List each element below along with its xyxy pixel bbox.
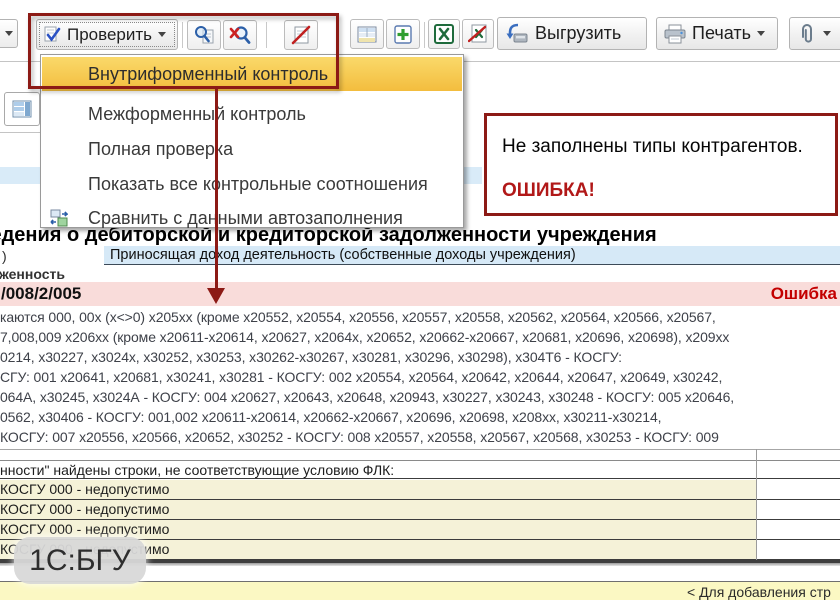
menu-item-label: Внутриформенный контроль xyxy=(88,64,328,85)
flk-header: нности" найдены строки, не соответствующ… xyxy=(0,461,840,479)
chevron-down-icon xyxy=(823,31,831,36)
chevron-down-icon xyxy=(158,32,166,37)
error-popup: Не заполнены типы контрагентов. ОШИБКА! xyxy=(484,113,838,216)
paperclip-icon xyxy=(797,23,817,45)
chevron-down-icon xyxy=(757,31,765,36)
menu-item-compare-autofill[interactable]: Сравнить с данными автозаполнения xyxy=(42,201,462,235)
rule-line: 0214, х30227, х3024х, х30252, х30253, х3… xyxy=(0,347,840,367)
search-cancel-icon xyxy=(229,25,251,45)
rule-line: СГУ: 001 х20641, х20681, х30241, х30281 … xyxy=(0,367,840,387)
toolbar-separator xyxy=(266,22,267,48)
annotation-arrow-head xyxy=(207,288,225,304)
excel-icon xyxy=(434,24,454,44)
violation-cell: КОСГУ 000 - недопустимо xyxy=(0,500,756,519)
error-message: Не заполнены типы контрагентов. xyxy=(502,136,803,158)
rule-line: КОСГУ: 007 х20556, х20566, х20652, х3025… xyxy=(0,427,840,447)
annotation-arrow-line xyxy=(215,89,218,289)
check-button-label: Проверить xyxy=(67,25,152,45)
violation-cell: КОСГУ 000 - недопустимо xyxy=(0,480,756,499)
check-dropdown-menu: Внутриформенный контроль Межформенный ко… xyxy=(40,54,464,228)
check-document-icon xyxy=(44,26,61,43)
table-separator xyxy=(0,449,840,450)
upload-button-label: Выгрузить xyxy=(535,23,621,44)
document-slash-icon xyxy=(291,25,311,45)
toolbar-overflow-button[interactable] xyxy=(0,19,18,48)
clear-marks-button[interactable] xyxy=(284,20,318,50)
menu-item-label: Показать все контрольные соотношения xyxy=(88,174,428,195)
toolbar-separator xyxy=(182,22,183,48)
search-icon xyxy=(193,25,215,45)
rule-line: каются 000, 00х (х<>0) х205хх (кроме х20… xyxy=(0,307,840,327)
print-button-label: Печать xyxy=(692,23,751,44)
watermark-badge: 1С:БГУ xyxy=(14,537,146,584)
table-row[interactable]: КОСГУ 000 - недопустимо xyxy=(0,500,840,520)
toolbar: Проверить xyxy=(0,0,840,61)
menu-item-label: Полная проверка xyxy=(88,139,233,160)
error-row[interactable]: /008/2/005 Ошибка xyxy=(0,282,840,306)
print-button[interactable]: Печать xyxy=(656,17,778,50)
table-settings-button[interactable] xyxy=(350,19,384,49)
compare-icon xyxy=(50,209,68,227)
toolbar-separator xyxy=(424,22,425,48)
rule-line: 7,008,009 х206хх (кроме х20611-х20614, х… xyxy=(0,327,840,347)
excel-off-button[interactable] xyxy=(462,19,494,49)
error-status: ОШИБКА! xyxy=(502,180,595,202)
grouping-icon xyxy=(12,100,32,118)
export-icon xyxy=(505,23,529,44)
column-divider xyxy=(756,449,757,560)
report-settings-button[interactable] xyxy=(4,92,40,126)
menu-item-label: Сравнить с данными автозаполнения xyxy=(88,208,403,229)
error-row-code: /008/2/005 xyxy=(1,282,81,306)
attachment-button[interactable] xyxy=(789,17,840,50)
menu-item-intraform-control[interactable]: Внутриформенный контроль xyxy=(42,57,462,91)
chevron-down-icon xyxy=(5,31,13,36)
cut-fragment-paren: ) xyxy=(2,248,7,264)
menu-item-full-check[interactable]: Полная проверка xyxy=(42,132,462,166)
cancel-find-button[interactable] xyxy=(223,20,257,50)
menu-item-label: Межформенный контроль xyxy=(88,104,306,125)
add-row-hint: < Для добавления стр xyxy=(687,584,831,600)
table-icon xyxy=(357,26,377,43)
error-row-status: Ошибка xyxy=(771,282,837,306)
excel-slash-icon xyxy=(468,24,488,44)
table-row[interactable]: КОСГУ 000 - недопустимо xyxy=(0,480,840,500)
section-fragment: лженность xyxy=(0,266,65,282)
printer-icon xyxy=(664,24,686,44)
menu-item-show-ratios[interactable]: Показать все контрольные соотношения xyxy=(42,167,462,201)
menu-item-interform-control[interactable]: Межформенный контроль xyxy=(42,97,462,131)
upload-button[interactable]: Выгрузить xyxy=(497,17,647,50)
rule-line: 064А, х30245, х3024А - КОСГУ: 004 х20627… xyxy=(0,387,840,407)
rule-line: 0562, х30406 - КОСГУ: 001,002 х20611-х20… xyxy=(0,407,840,427)
add-icon xyxy=(393,25,413,44)
add-row-button[interactable] xyxy=(386,19,420,49)
app-screen: Сведения о дебиторской и кредиторской за… xyxy=(0,0,840,600)
excel-button[interactable] xyxy=(428,19,460,49)
find-button[interactable] xyxy=(187,20,221,50)
check-button[interactable]: Проверить xyxy=(36,19,178,50)
